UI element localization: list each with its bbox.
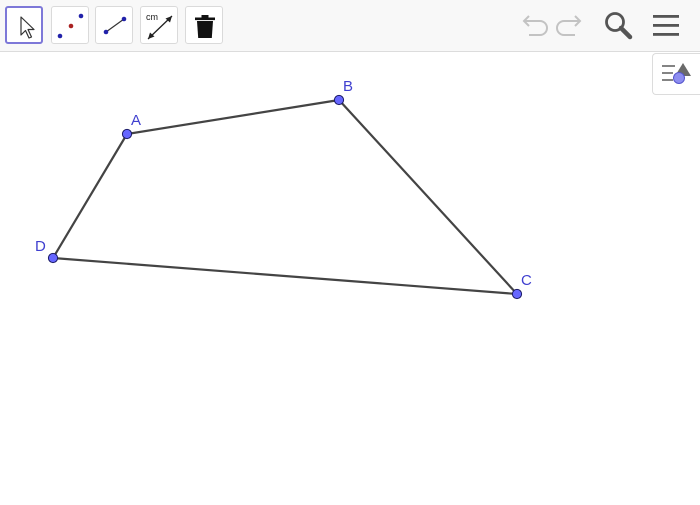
segment-icon	[103, 16, 127, 35]
delete-tool-button[interactable]	[185, 6, 223, 44]
main-menu-button[interactable]	[649, 8, 683, 42]
point-tool-button[interactable]	[51, 6, 89, 44]
points-icon	[57, 13, 84, 39]
point-b[interactable]	[333, 94, 345, 106]
graphics-view[interactable]: A B C D	[0, 53, 700, 500]
undo-icon	[522, 15, 548, 36]
point-b-label: B	[343, 78, 353, 95]
distance-icon: cm	[146, 12, 173, 40]
redo-icon	[556, 15, 582, 36]
distance-tool-button[interactable]: cm	[140, 6, 178, 44]
search-icon	[605, 12, 633, 40]
point-c[interactable]	[511, 288, 523, 300]
segment-ab[interactable]	[127, 100, 339, 134]
trash-icon	[195, 15, 215, 38]
arrow-cursor-icon	[20, 16, 35, 39]
point-d-label: D	[35, 238, 46, 255]
point-a[interactable]	[121, 128, 133, 140]
drawing-canvas[interactable]: A B C D	[0, 53, 700, 500]
toolbar: cm	[0, 0, 700, 52]
point-a-label: A	[131, 112, 141, 129]
segment-cd[interactable]	[53, 258, 517, 294]
move-tool-button[interactable]	[5, 6, 43, 44]
segment-da[interactable]	[53, 134, 127, 258]
segment-tool-button[interactable]	[95, 6, 133, 44]
undo-button[interactable]	[517, 8, 551, 42]
distance-icon-text: cm	[146, 12, 158, 22]
point-d[interactable]	[47, 252, 59, 264]
point-c-label: C	[521, 272, 532, 289]
menu-icon	[653, 15, 679, 36]
segment-bc[interactable]	[339, 100, 517, 294]
search-button[interactable]	[601, 8, 635, 42]
redo-button[interactable]	[553, 8, 587, 42]
